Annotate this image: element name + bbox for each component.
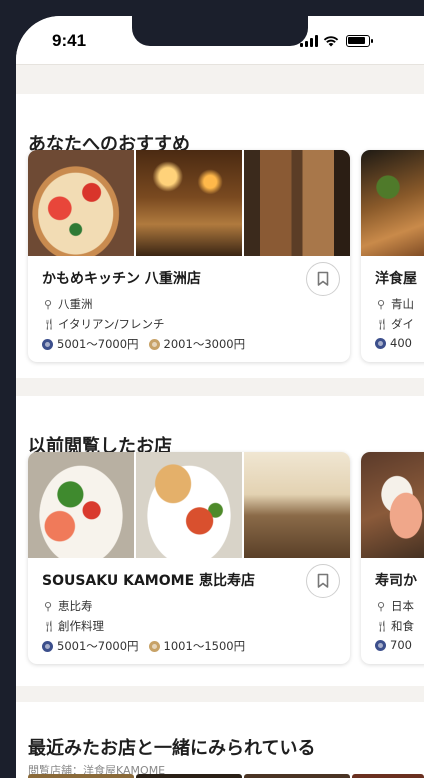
restaurant-name: 寿司か <box>375 573 417 589</box>
phone-frame: 9:41 あなたへのおすすめ かもめキッチン 八重洲店 ⚲ 八重洲 🍴︎ イタリ… <box>0 0 424 778</box>
price-line: 400 <box>375 336 412 350</box>
restaurant-card[interactable]: かもめキッチン 八重洲店 ⚲ 八重洲 🍴︎ イタリアン/フレンチ 5001〜70… <box>28 150 350 362</box>
genre-line: 🍴︎ 創作料理 <box>42 618 104 634</box>
area-text: 恵比寿 <box>58 599 93 613</box>
photo-peek <box>28 774 134 778</box>
location-pin-icon: ⚲ <box>376 297 386 311</box>
lunch-icon <box>148 338 160 350</box>
restaurant-name: SOUSAKU KAMOME 恵比寿店 <box>42 573 256 589</box>
restaurant-card-partial[interactable]: 洋食屋 ⚲ 青山 🍴︎ ダイ 400 <box>361 150 424 362</box>
restaurant-card-partial[interactable]: 寿司か ⚲ 日本 🍴︎ 和食 700 <box>361 452 424 664</box>
photo-peek <box>352 774 424 778</box>
next-card-photos <box>28 774 424 778</box>
area-line: ⚲ 八重洲 <box>42 296 93 312</box>
lunch-price-text: 1001〜1500円 <box>163 639 246 653</box>
dinner-price-text: 700 <box>390 638 412 652</box>
food-photo <box>361 150 424 256</box>
genre-line: 🍴︎ イタリアン/フレンチ <box>42 316 164 332</box>
dinner-icon <box>375 337 386 349</box>
dinner-price: 5001〜7000円 <box>42 336 139 352</box>
section-related: 最近みたお店と一緒にみられている 閲覧店舗：洋食屋KAMOME <box>16 702 424 778</box>
restaurant-name: 洋食屋 <box>375 271 417 287</box>
dinner-icon <box>375 639 386 651</box>
dinner-icon <box>42 338 53 350</box>
pizza-photo <box>28 150 134 256</box>
bookmark-icon <box>317 573 329 588</box>
area-line: ⚲ 青山 <box>375 296 414 312</box>
section-recommended: あなたへのおすすめ かもめキッチン 八重洲店 ⚲ 八重洲 🍴︎ イタリアン/フレ… <box>16 94 424 378</box>
genre-line: 🍴︎ 和食 <box>375 618 414 634</box>
interior-photo <box>136 150 242 256</box>
dinner-price: 5001〜7000円 <box>42 638 139 654</box>
area-text: 青山 <box>391 297 414 311</box>
location-pin-icon: ⚲ <box>43 297 53 311</box>
area-text: 日本 <box>391 599 414 613</box>
area-text: 八重洲 <box>58 297 93 311</box>
photo-strip <box>28 150 350 256</box>
fork-knife-icon: 🍴︎ <box>375 619 389 633</box>
photo-peek <box>136 774 242 778</box>
bookmark-button[interactable] <box>306 262 340 296</box>
plate-photo <box>136 452 242 558</box>
dinner-price-text: 5001〜7000円 <box>57 337 139 351</box>
sushi-photo <box>361 452 424 558</box>
bookmark-button[interactable] <box>306 564 340 598</box>
section-history: 以前閲覧したお店 SOUSAKU KAMOME 恵比寿店 ⚲ 恵比寿 🍴︎ 創作… <box>16 396 424 686</box>
fork-knife-icon: 🍴︎ <box>42 317 56 331</box>
price-line: 5001〜7000円 1001〜1500円 <box>42 638 255 654</box>
app-screen: 9:41 あなたへのおすすめ かもめキッチン 八重洲店 ⚲ 八重洲 🍴︎ イタリ… <box>16 16 424 778</box>
dinner-icon <box>42 640 53 652</box>
fork-knife-icon: 🍴︎ <box>42 619 56 633</box>
lunch-price-text: 2001〜3000円 <box>163 337 246 351</box>
photo-peek <box>244 774 350 778</box>
dining-room-photo <box>244 452 350 558</box>
genre-text: イタリアン/フレンチ <box>58 317 165 331</box>
lunch-price: 2001〜3000円 <box>148 336 246 352</box>
genre-text: 和食 <box>391 619 414 633</box>
fork-knife-icon: 🍴︎ <box>375 317 389 331</box>
salad-photo <box>28 452 134 558</box>
price-line: 700 <box>375 638 412 652</box>
price-line: 5001〜7000円 2001〜3000円 <box>42 336 255 352</box>
storefront-photo <box>244 150 350 256</box>
genre-text: ダイ <box>391 317 414 331</box>
device-notch <box>132 16 308 46</box>
lunch-icon <box>148 640 160 652</box>
bookmark-icon <box>317 271 329 286</box>
status-time: 9:41 <box>52 31 87 50</box>
location-pin-icon: ⚲ <box>43 599 53 613</box>
genre-text: 創作料理 <box>58 619 104 633</box>
area-line: ⚲ 日本 <box>375 598 414 614</box>
photo-strip <box>28 452 350 558</box>
header-divider <box>16 64 424 94</box>
restaurant-name: かもめキッチン 八重洲店 <box>42 271 201 287</box>
lunch-price: 1001〜1500円 <box>148 638 246 654</box>
section-title: 最近みたお店と一緒にみられている <box>28 738 316 759</box>
wifi-icon <box>323 36 339 47</box>
genre-line: 🍴︎ ダイ <box>375 316 414 332</box>
location-pin-icon: ⚲ <box>376 599 386 613</box>
status-icons <box>300 33 373 47</box>
restaurant-card[interactable]: SOUSAKU KAMOME 恵比寿店 ⚲ 恵比寿 🍴︎ 創作料理 5001〜7… <box>28 452 350 664</box>
battery-icon <box>346 35 373 47</box>
dinner-price-text: 5001〜7000円 <box>57 639 139 653</box>
dinner-price-text: 400 <box>390 336 412 350</box>
area-line: ⚲ 恵比寿 <box>42 598 93 614</box>
